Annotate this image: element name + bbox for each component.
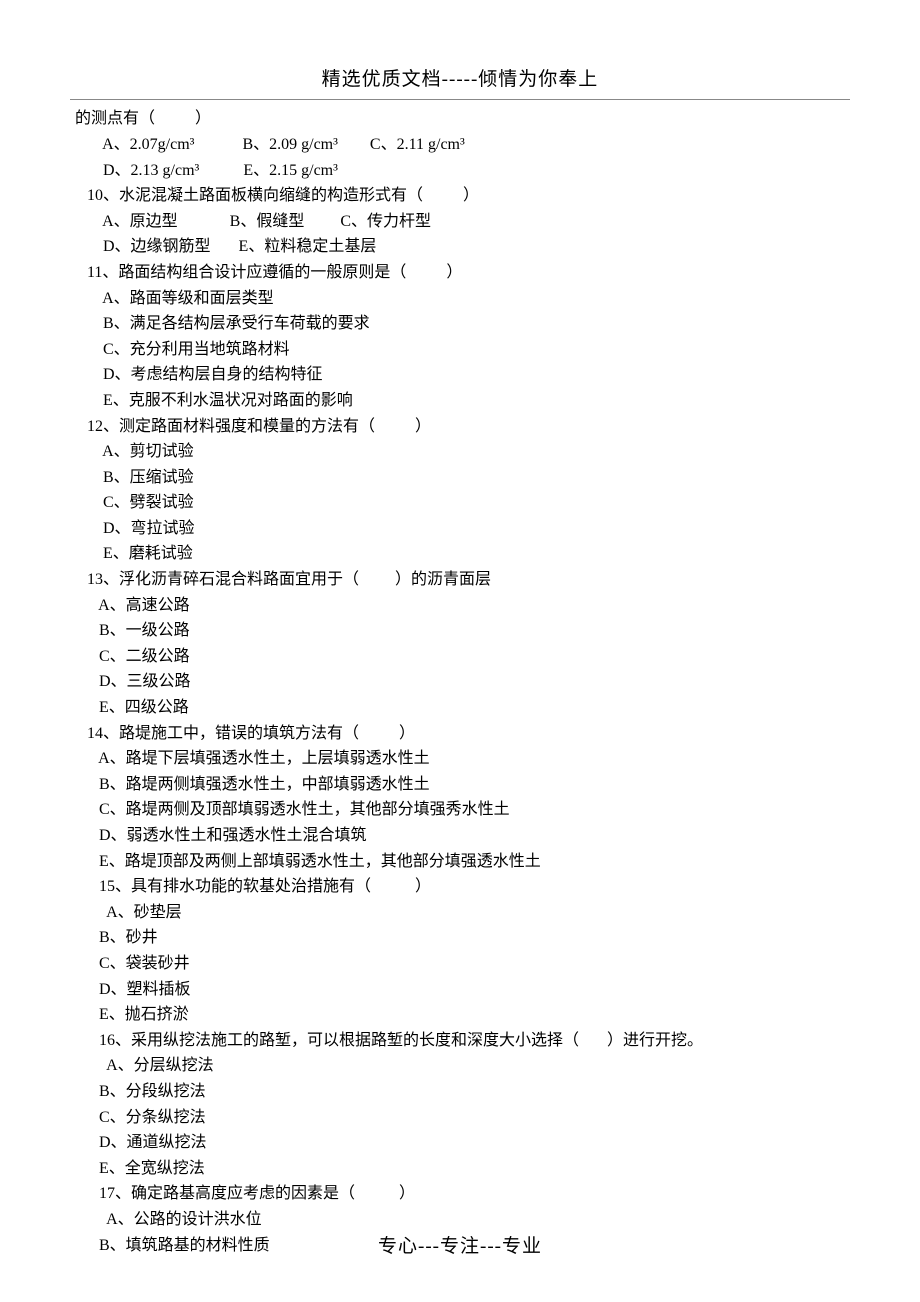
text-line: D、塑料插板	[75, 977, 845, 1003]
text-line: E、四级公路	[75, 695, 845, 721]
text-line: 11、路面结构组合设计应遵循的一般原则是（ ）	[75, 260, 845, 286]
text-line: A、砂垫层	[75, 900, 845, 926]
text-line: D、弱透水性土和强透水性土混合填筑	[75, 823, 845, 849]
text-line: 13、浮化沥青碎石混合料路面宜用于（ ）的沥青面层	[75, 567, 845, 593]
text-line: D、考虑结构层自身的结构特征	[75, 362, 845, 388]
text-line: 14、路堤施工中，错误的填筑方法有（ ）	[75, 721, 845, 747]
text-line: D、弯拉试验	[75, 516, 845, 542]
text-line: B、满足各结构层承受行车荷载的要求	[75, 311, 845, 337]
text-line: 16、采用纵挖法施工的路堑，可以根据路堑的长度和深度大小选择（ ）进行开挖。	[75, 1028, 845, 1054]
text-line: 12、测定路面材料强度和模量的方法有（ ）	[75, 414, 845, 440]
text-line: A、剪切试验	[75, 439, 845, 465]
text-line: D、通道纵挖法	[75, 1130, 845, 1156]
text-line: B、砂井	[75, 925, 845, 951]
text-line: 的测点有（ ）	[75, 106, 845, 132]
text-line: 15、具有排水功能的软基处治措施有（ ）	[75, 874, 845, 900]
text-line: C、充分利用当地筑路材料	[75, 337, 845, 363]
text-line: A、路面等级和面层类型	[75, 286, 845, 312]
text-line: 17、确定路基高度应考虑的因素是（ ）	[75, 1181, 845, 1207]
text-line: E、抛石挤淤	[75, 1002, 845, 1028]
text-line: B、分段纵挖法	[75, 1079, 845, 1105]
document-body: 的测点有（ ） A、2.07g/cm³ B、2.09 g/cm³ C、2.11 …	[0, 100, 920, 1258]
text-line: D、三级公路	[75, 669, 845, 695]
text-line: A、路堤下层填强透水性土，上层填弱透水性土	[75, 746, 845, 772]
text-line: 10、水泥混凝土路面板横向缩缝的构造形式有（ ）	[75, 183, 845, 209]
text-line: C、分条纵挖法	[75, 1105, 845, 1131]
text-line: E、磨耗试验	[75, 541, 845, 567]
text-line: C、路堤两侧及顶部填弱透水性土，其他部分填强秀水性土	[75, 797, 845, 823]
text-line: A、分层纵挖法	[75, 1053, 845, 1079]
text-line: D、边缘钢筋型 E、粒料稳定土基层	[75, 234, 845, 260]
text-line: E、全宽纵挖法	[75, 1156, 845, 1182]
text-line: C、袋装砂井	[75, 951, 845, 977]
text-line: E、路堤顶部及两侧上部填弱透水性土，其他部分填强透水性土	[75, 849, 845, 875]
text-line: E、克服不利水温状况对路面的影响	[75, 388, 845, 414]
page-footer: 专心---专注---专业	[0, 1232, 920, 1262]
text-line: A、高速公路	[75, 593, 845, 619]
text-line: A、公路的设计洪水位	[75, 1207, 845, 1233]
text-line: A、原边型 B、假缝型 C、传力杆型	[75, 209, 845, 235]
text-line: D、2.13 g/cm³ E、2.15 g/cm³	[75, 158, 845, 184]
text-line: C、劈裂试验	[75, 490, 845, 516]
text-line: B、压缩试验	[75, 465, 845, 491]
text-line: B、一级公路	[75, 618, 845, 644]
text-line: A、2.07g/cm³ B、2.09 g/cm³ C、2.11 g/cm³	[75, 132, 845, 158]
page-header: 精选优质文档-----倾情为你奉上	[70, 0, 850, 100]
text-line: C、二级公路	[75, 644, 845, 670]
text-line: B、路堤两侧填强透水性土，中部填弱透水性土	[75, 772, 845, 798]
